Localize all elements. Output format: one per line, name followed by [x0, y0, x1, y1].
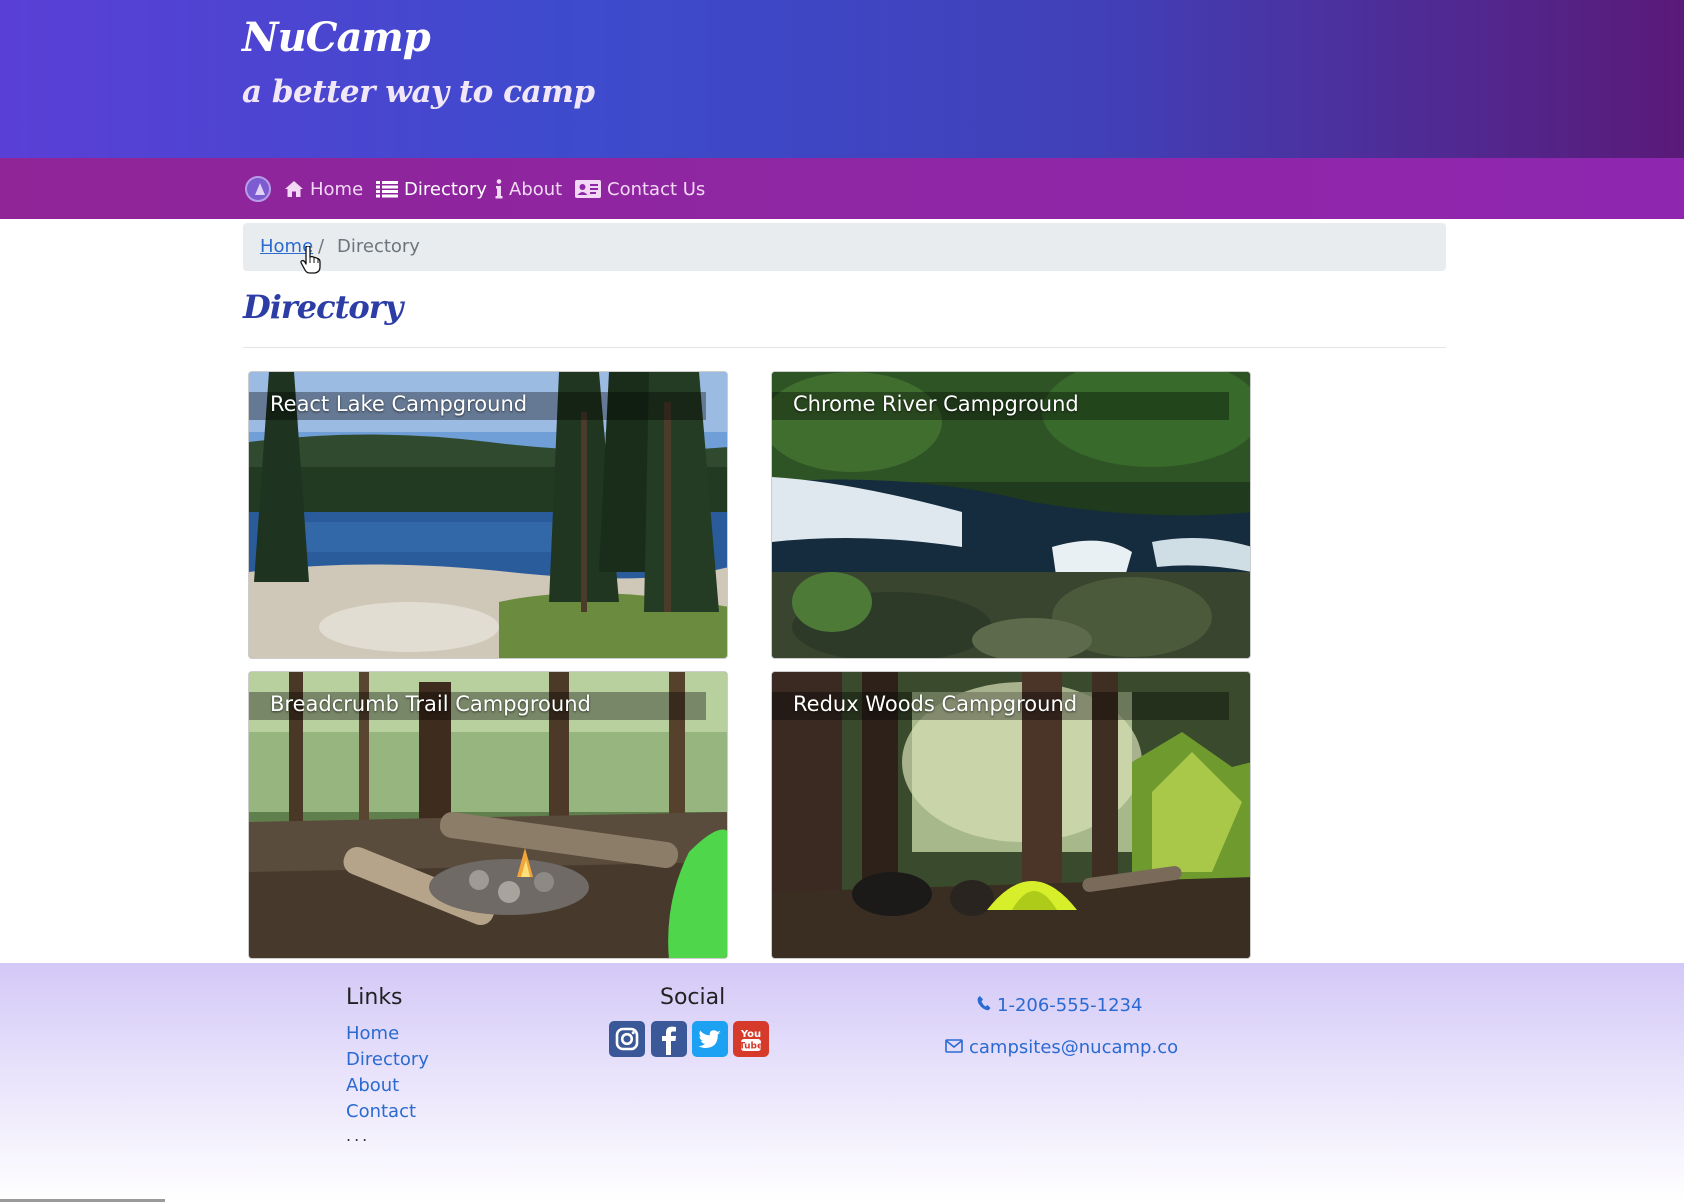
site-footer [0, 963, 1684, 1202]
svg-text:You: You [740, 1029, 761, 1040]
list-icon [376, 180, 398, 198]
footer-link-contact[interactable]: Contact [346, 1101, 416, 1122]
email-address: campsites@nucamp.co [969, 1037, 1179, 1058]
facebook-icon[interactable] [651, 1021, 687, 1057]
nav-item-directory[interactable]: Directory [376, 174, 487, 204]
campsite-card-redux-woods[interactable]: Redux Woods Campground [771, 671, 1251, 959]
campsite-card-react-lake[interactable]: React Lake Campground [248, 371, 728, 659]
nav-item-label: Home [310, 178, 364, 200]
twitter-icon[interactable] [692, 1021, 728, 1057]
footer-links-heading: Links [346, 985, 403, 1010]
youtube-icon[interactable]: You Tube [733, 1021, 769, 1057]
footer-phone[interactable]: 1-206-555-1234 [977, 995, 1142, 1016]
nucamp-logo-icon[interactable] [245, 176, 271, 202]
footer-link-about[interactable]: About [346, 1075, 399, 1096]
nav-item-label: Directory [404, 178, 487, 200]
address-card-icon [575, 180, 601, 198]
phone-number: 1-206-555-1234 [997, 995, 1143, 1016]
campsite-name: Redux Woods Campground [793, 692, 1078, 716]
instagram-icon[interactable] [609, 1021, 645, 1057]
footer-social-heading: Social [660, 985, 726, 1010]
footer-link-directory[interactable]: Directory [346, 1049, 429, 1070]
home-icon [284, 180, 304, 198]
breadcrumb-current: Directory [337, 236, 420, 257]
nav-item-contact[interactable]: Contact Us [575, 174, 705, 204]
envelope-icon [945, 1037, 963, 1058]
brand-tagline: a better way to camp [242, 74, 595, 110]
footer-link-home[interactable]: Home [346, 1023, 399, 1044]
nav-item-home[interactable]: Home [284, 174, 363, 204]
main-navbar: Home Directory About Contact Us [0, 158, 1684, 219]
nav-item-label: Contact Us [607, 178, 706, 200]
campsite-name: React Lake Campground [270, 392, 528, 416]
campsite-name: Breadcrumb Trail Campground [270, 692, 591, 716]
footer-email[interactable]: campsites@nucamp.co [945, 1037, 1178, 1058]
nav-item-label: About [509, 178, 563, 200]
campsite-name: Chrome River Campground [793, 392, 1079, 416]
breadcrumb: Home / Directory [243, 223, 1446, 271]
phone-icon [977, 995, 991, 1016]
campsite-card-chrome-river[interactable]: Chrome River Campground [771, 371, 1251, 659]
footer-ellipsis: ... [346, 1126, 371, 1145]
page-title: Directory [243, 288, 403, 326]
pointer-cursor-icon [300, 245, 322, 278]
header-jumbotron: NuCamp a better way to camp [0, 0, 1684, 158]
svg-text:Tube: Tube [739, 1042, 763, 1052]
divider [243, 347, 1446, 348]
brand-title: NuCamp [242, 14, 431, 61]
info-icon [495, 179, 503, 199]
campsite-card-breadcrumb-trail[interactable]: Breadcrumb Trail Campground [248, 671, 728, 959]
nav-item-about[interactable]: About [495, 174, 562, 204]
